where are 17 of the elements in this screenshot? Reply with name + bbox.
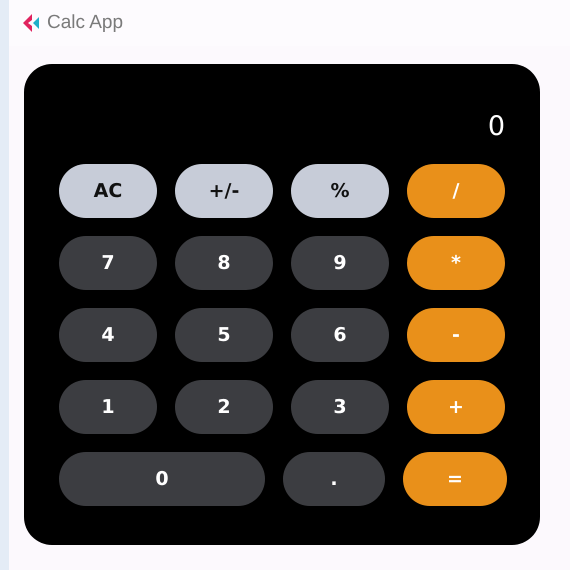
calculator-key[interactable]: 0: [59, 452, 265, 506]
calculator-key[interactable]: 3: [291, 380, 389, 434]
calculator-key[interactable]: AC: [59, 164, 157, 218]
display-value: 0: [488, 110, 505, 144]
calculator-key[interactable]: 2: [175, 380, 273, 434]
calculator-key[interactable]: .: [283, 452, 385, 506]
window-title: Calc App: [47, 12, 124, 34]
calculator-key[interactable]: 9: [291, 236, 389, 290]
calculator-key[interactable]: 1: [59, 380, 157, 434]
calculator-key[interactable]: 4: [59, 308, 157, 362]
calculator-key[interactable]: %: [291, 164, 389, 218]
calculator-key[interactable]: 7: [59, 236, 157, 290]
calculator-key[interactable]: 6: [291, 308, 389, 362]
calculator-key[interactable]: 8: [175, 236, 273, 290]
calculator-key[interactable]: 5: [175, 308, 273, 362]
calculator-key[interactable]: +/-: [175, 164, 273, 218]
logo-icon: [23, 14, 39, 32]
